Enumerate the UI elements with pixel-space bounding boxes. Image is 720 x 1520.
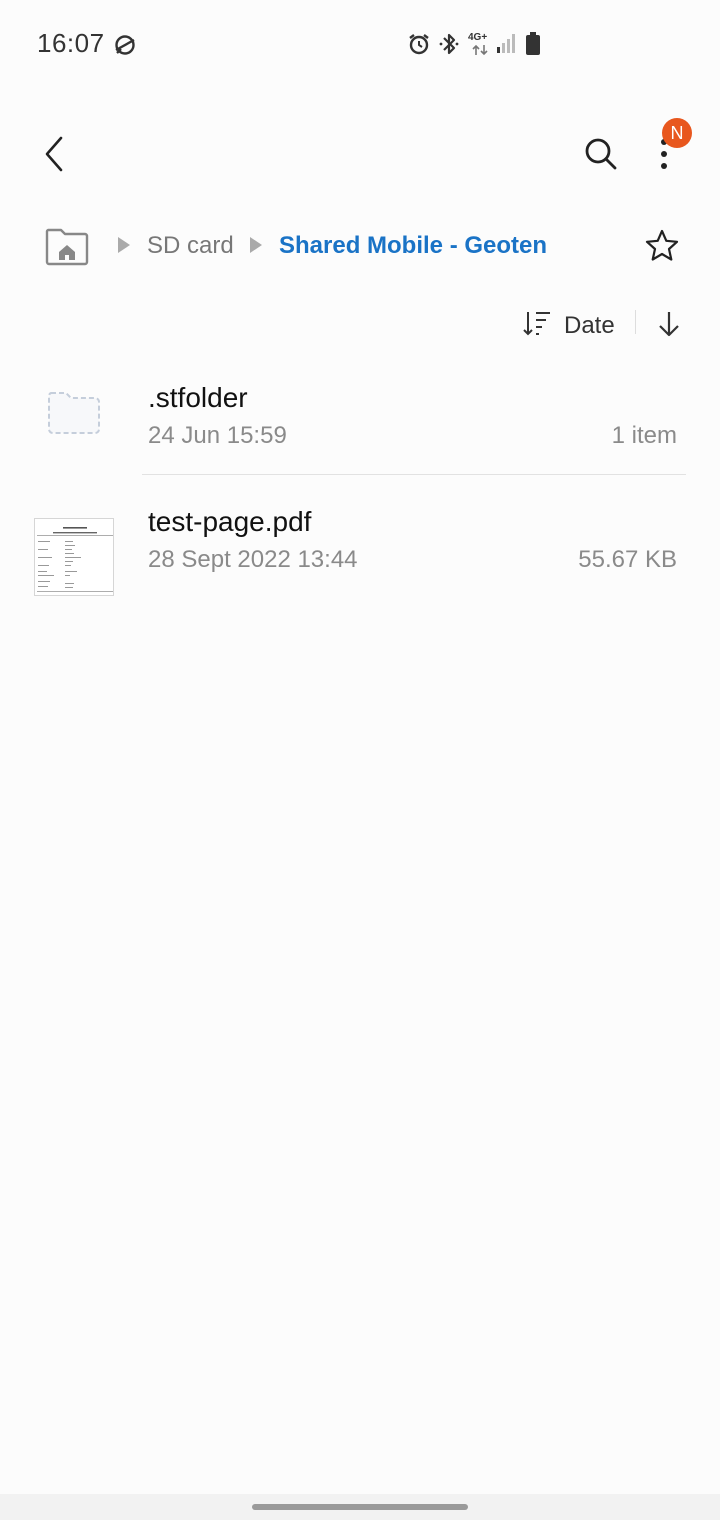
favorite-button[interactable] <box>638 222 686 270</box>
sort-direction-icon <box>659 312 679 337</box>
sync-icon <box>115 35 135 55</box>
file-date: 28 Sept 2022 13:44 <box>148 546 358 573</box>
battery-icon <box>526 32 540 55</box>
file-size: 1 item <box>611 422 677 449</box>
alarm-icon <box>409 34 429 55</box>
list-divider <box>142 474 686 475</box>
sort-label: Date <box>564 312 615 339</box>
chevron-right-icon <box>250 237 262 253</box>
sort-row: Date <box>0 300 720 348</box>
toolbar <box>0 100 720 210</box>
status-time: 16:07 <box>37 28 105 58</box>
home-indicator[interactable] <box>252 1504 468 1510</box>
back-icon <box>45 136 63 172</box>
sort-icon <box>523 312 550 336</box>
sort-by-button[interactable]: Date <box>516 302 624 346</box>
sort-direction-button[interactable] <box>650 304 688 344</box>
file-date: 24 Jun 15:59 <box>148 422 287 449</box>
storage-home-icon <box>45 228 89 266</box>
pdf-thumbnail <box>34 518 114 596</box>
file-name: test-page.pdf <box>148 506 312 537</box>
breadcrumb: SD card Shared Mobile - Geoten <box>0 214 720 278</box>
search-icon <box>585 138 617 170</box>
breadcrumb-item-current[interactable]: Shared Mobile - Geoten <box>279 232 547 260</box>
list-item[interactable]: test-page.pdf 28 Sept 2022 13:44 55.67 K… <box>0 494 720 614</box>
storage-home-button[interactable] <box>42 222 92 270</box>
search-button[interactable] <box>576 128 626 180</box>
file-name: .stfolder <box>148 382 248 413</box>
notification-badge: N <box>662 118 692 148</box>
sort-divider <box>635 310 636 334</box>
navigation-bar <box>0 1494 720 1520</box>
status-bar: 16:07 4G+ <box>0 0 720 86</box>
signal-icon <box>497 34 515 53</box>
file-size: 55.67 KB <box>578 546 677 573</box>
chevron-right-icon <box>118 237 130 253</box>
bluetooth-icon <box>439 33 459 55</box>
folder-icon <box>48 392 100 434</box>
list-item[interactable]: .stfolder 24 Jun 15:59 1 item <box>0 370 720 490</box>
network-4g-icon: 4G+ <box>468 32 492 56</box>
breadcrumb-item-sd-card[interactable]: SD card <box>147 232 234 260</box>
back-button[interactable] <box>30 126 80 182</box>
network-label: 4G+ <box>468 32 488 43</box>
favorite-star-icon <box>645 229 679 261</box>
